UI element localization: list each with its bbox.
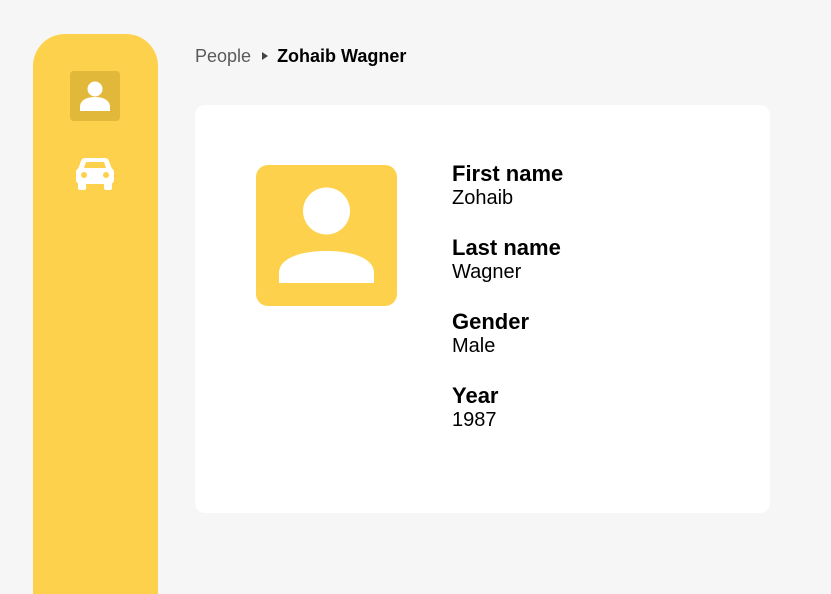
- sidebar-item-cars[interactable]: [70, 148, 120, 198]
- field-gender: Gender Male: [452, 309, 563, 383]
- field-first-name: First name Zohaib: [452, 161, 563, 235]
- field-value: Male: [452, 335, 496, 357]
- field-last-name: Last name Wagner: [452, 235, 563, 309]
- field-label: Gender: [452, 309, 530, 334]
- car-icon: [76, 158, 114, 190]
- field-value: 1987: [452, 409, 497, 431]
- profile-card: First name Zohaib Last name Wagner Gende…: [195, 105, 770, 513]
- field-year: Year 1987: [452, 383, 563, 457]
- field-label: Last name: [452, 235, 561, 260]
- sidebar: [33, 34, 158, 594]
- breadcrumb: People Zohaib Wagner: [195, 45, 406, 67]
- field-label: Year: [452, 383, 499, 408]
- caret-right-icon: [262, 52, 269, 60]
- field-label: First name: [452, 161, 564, 186]
- field-value: Wagner: [452, 261, 522, 283]
- sidebar-item-people[interactable]: [70, 71, 120, 121]
- breadcrumb-people-link[interactable]: People: [195, 46, 251, 67]
- profile-avatar: [256, 165, 397, 306]
- breadcrumb-current: Zohaib Wagner: [277, 45, 407, 66]
- person-avatar-icon: [279, 187, 374, 283]
- person-icon: [80, 81, 110, 111]
- field-value: Zohaib: [452, 187, 514, 209]
- profile-details: First name Zohaib Last name Wagner Gende…: [452, 161, 563, 457]
